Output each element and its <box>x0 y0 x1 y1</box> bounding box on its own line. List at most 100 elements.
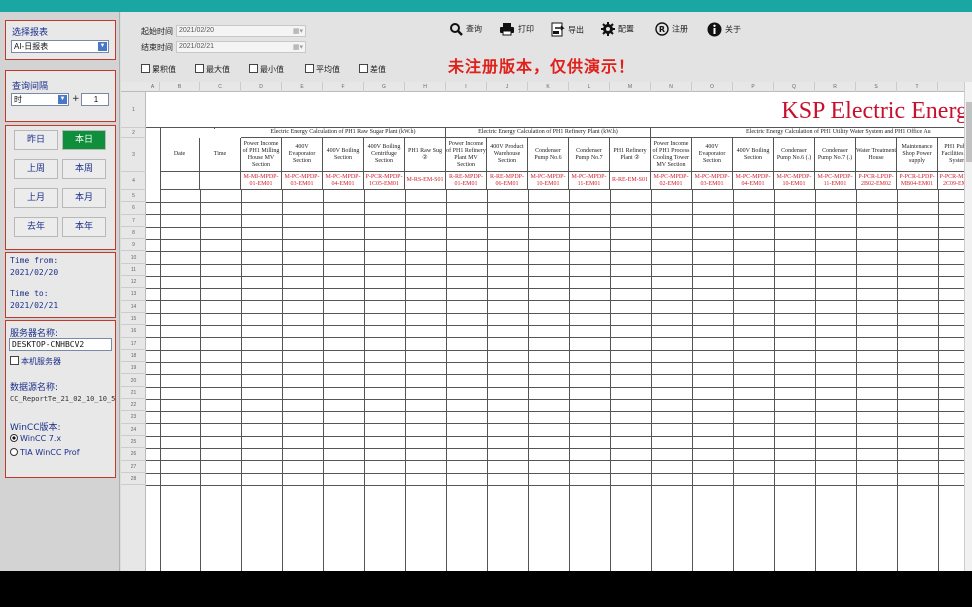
column-letter[interactable]: N <box>651 82 692 92</box>
row-number[interactable]: 14 <box>121 301 146 313</box>
grid-row-line <box>146 251 972 253</box>
interval-value-input[interactable]: 1 <box>81 93 109 106</box>
column-letter[interactable]: D <box>241 82 282 92</box>
gear-icon <box>601 22 615 36</box>
calendar-icon[interactable]: ▦▾ <box>293 27 303 37</box>
column-letter[interactable]: S <box>856 82 897 92</box>
meter-code: R-RE-EM-S01 <box>610 172 651 190</box>
print-button[interactable]: 打印 <box>499 22 534 48</box>
row-number[interactable]: 2 <box>121 128 146 138</box>
row-number[interactable]: 6 <box>121 202 146 215</box>
meter-header: Condenser Pump No.6 (.) <box>774 138 815 172</box>
this-week-button[interactable]: 本周 <box>62 159 106 179</box>
interval-unit-select[interactable]: 时 ▼ <box>11 93 69 106</box>
last-month-button[interactable]: 上月 <box>14 188 58 208</box>
end-time-input[interactable]: 2021/02/21 ▦▾ <box>176 41 306 53</box>
row-number[interactable]: 12 <box>121 276 146 289</box>
today-button[interactable]: 本日 <box>62 130 106 150</box>
column-letter[interactable]: O <box>692 82 733 92</box>
row-number[interactable]: 17 <box>121 338 146 350</box>
query-button[interactable]: 查询 <box>449 22 482 48</box>
start-time-input[interactable]: 2021/02/20 ▦▾ <box>176 25 306 37</box>
row-number[interactable]: 7 <box>121 215 146 227</box>
row-number[interactable]: 20 <box>121 375 146 387</box>
report-select[interactable]: AI-日报表 ▼ <box>11 40 109 53</box>
last-year-button[interactable]: 去年 <box>14 217 58 237</box>
column-letter[interactable]: M <box>610 82 651 92</box>
row-number[interactable]: 25 <box>121 436 146 449</box>
row-number[interactable]: 16 <box>121 325 146 338</box>
this-year-button[interactable]: 本年 <box>62 217 106 237</box>
row-number[interactable]: 10 <box>121 252 146 264</box>
time-header: Time <box>200 138 241 172</box>
row-number[interactable]: 9 <box>121 239 146 252</box>
row-number[interactable]: 21 <box>121 387 146 400</box>
last-week-button[interactable]: 上周 <box>14 159 58 179</box>
config-button[interactable]: 配置 <box>601 22 634 48</box>
row-number[interactable]: 15 <box>121 313 146 326</box>
yesterday-button[interactable]: 昨日 <box>14 130 58 150</box>
report-sheet[interactable]: ABCDEFGHIJKLMNOPQRST 1 2 3 4 5 6 7 8 9 10 11 12 13 14… <box>121 82 972 571</box>
cumulative-label: 累积值 <box>152 65 176 74</box>
diff-checkbox[interactable]: 差值 <box>359 64 386 75</box>
column-letter[interactable]: T <box>897 82 938 92</box>
row-number[interactable]: 24 <box>121 424 146 436</box>
row-number[interactable]: 18 <box>121 350 146 363</box>
column-letter[interactable]: Q <box>774 82 815 92</box>
chevron-down-icon[interactable]: ▼ <box>58 95 67 104</box>
local-server-checkbox[interactable]: 本机服务器 <box>10 356 61 367</box>
max-checkbox[interactable]: 最大值 <box>195 64 230 75</box>
calendar-icon[interactable]: ▦▾ <box>293 43 303 53</box>
column-letter[interactable]: G <box>364 82 405 92</box>
meter-header: Condenser Pump No.7 (.) <box>815 138 856 172</box>
row-number[interactable]: 11 <box>121 264 146 277</box>
column-letter[interactable]: P <box>733 82 774 92</box>
row-number[interactable]: 22 <box>121 399 146 412</box>
min-label: 最小值 <box>260 65 284 74</box>
tia-radio[interactable]: TIA WinCC Prof <box>10 448 80 457</box>
server-input[interactable]: DESKTOP-CNHBCV2 <box>9 338 112 351</box>
column-letter[interactable]: B <box>160 82 200 92</box>
column-letter[interactable]: H <box>405 82 446 92</box>
grid-col-line <box>405 190 406 571</box>
column-letter[interactable]: I <box>446 82 487 92</box>
wincc7-radio[interactable]: WinCC 7.x <box>10 434 61 443</box>
report-title: KSP Electric Energy <box>781 98 972 124</box>
export-button[interactable]: 导出 <box>551 22 584 48</box>
cumulative-checkbox[interactable]: 累积值 <box>141 64 176 75</box>
column-letter[interactable]: R <box>815 82 856 92</box>
column-letter[interactable]: F <box>323 82 364 92</box>
about-button[interactable]: 关于 <box>707 22 741 48</box>
meter-code: R-RE-MPDP-01-EM01 <box>446 172 487 190</box>
register-button[interactable]: R 注册 <box>655 22 688 48</box>
row-number[interactable]: 4 <box>121 172 146 190</box>
row-number[interactable]: 27 <box>121 461 146 473</box>
meter-code: M-PC-MPDP-03-EM01 <box>282 172 323 190</box>
row-number[interactable]: 1 <box>121 92 146 128</box>
column-letter[interactable]: L <box>569 82 610 92</box>
report-grid[interactable]: KSP Electric Energy Electric Energy Calc… <box>146 92 972 571</box>
row-number[interactable]: 8 <box>121 227 146 240</box>
this-month-button[interactable]: 本月 <box>62 188 106 208</box>
column-letter[interactable]: E <box>282 82 323 92</box>
grid-row-line <box>146 386 972 388</box>
avg-label: 平均值 <box>316 65 340 74</box>
column-letter[interactable]: J <box>487 82 528 92</box>
row-number[interactable]: 3 <box>121 138 146 172</box>
column-letter[interactable]: C <box>200 82 241 92</box>
scrollbar-thumb[interactable] <box>966 102 972 162</box>
meter-header: Power Income of PH1 Milling House MV Sec… <box>241 138 282 172</box>
avg-checkbox[interactable]: 平均值 <box>305 64 340 75</box>
meter-code: M-PC-MPDP-11-EM01 <box>815 172 856 190</box>
row-number[interactable]: 23 <box>121 411 146 424</box>
row-number[interactable]: 19 <box>121 362 146 375</box>
column-letter[interactable]: K <box>528 82 569 92</box>
vertical-scrollbar[interactable] <box>964 82 972 571</box>
row-number[interactable]: 26 <box>121 448 146 461</box>
row-number[interactable]: 13 <box>121 288 146 301</box>
chevron-down-icon[interactable]: ▼ <box>98 42 107 51</box>
column-letter[interactable]: A <box>146 82 160 92</box>
row-number[interactable]: 5 <box>121 190 146 203</box>
row-number[interactable]: 28 <box>121 473 146 486</box>
min-checkbox[interactable]: 最小值 <box>249 64 284 75</box>
